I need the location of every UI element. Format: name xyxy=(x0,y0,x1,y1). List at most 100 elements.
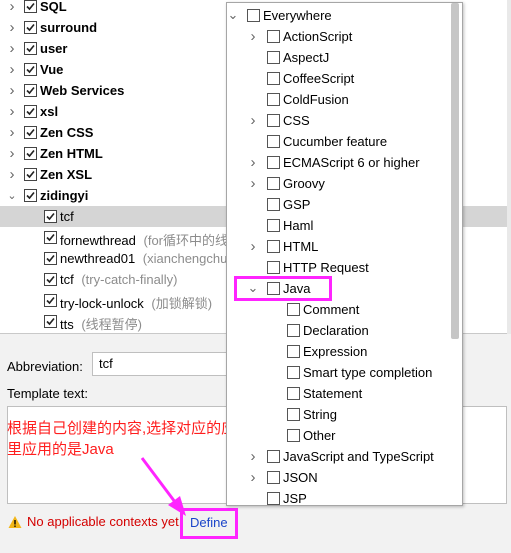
chevron-down-icon[interactable]: ⌄ xyxy=(6,189,18,202)
checkmark-icon xyxy=(26,65,35,74)
define-link[interactable]: Define xyxy=(190,515,228,530)
context-row[interactable]: Haml xyxy=(227,215,462,236)
context-checkbox[interactable] xyxy=(267,30,280,43)
context-checkbox[interactable] xyxy=(267,72,280,85)
context-scrollbar-thumb[interactable] xyxy=(451,3,459,339)
context-row[interactable]: › JavaScript and TypeScript xyxy=(227,446,462,467)
context-checkbox[interactable] xyxy=(267,261,280,274)
chevron-right-icon[interactable]: › xyxy=(247,154,259,171)
context-checkbox[interactable] xyxy=(287,324,300,337)
chevron-right-icon[interactable]: › xyxy=(6,82,18,99)
chevron-down-icon[interactable]: ⌄ xyxy=(227,7,239,22)
template-checkbox[interactable] xyxy=(44,294,57,307)
context-row-java-child[interactable]: Comment xyxy=(227,299,462,320)
chevron-right-icon[interactable]: › xyxy=(6,61,18,78)
chevron-right-icon[interactable]: › xyxy=(6,124,18,141)
context-row[interactable]: JSP xyxy=(227,488,462,505)
group-checkbox[interactable] xyxy=(24,147,37,160)
context-checkbox[interactable] xyxy=(267,177,280,190)
context-checkbox[interactable] xyxy=(267,51,280,64)
context-checkbox[interactable] xyxy=(267,492,280,505)
tree-scrollbar[interactable] xyxy=(507,0,511,334)
group-checkbox[interactable] xyxy=(24,63,37,76)
context-label: Cucumber feature xyxy=(283,134,388,149)
context-checkbox[interactable] xyxy=(267,450,280,463)
template-description: (for循环中的线 xyxy=(139,233,229,248)
context-checkbox[interactable] xyxy=(247,9,260,22)
template-abbreviation: tcf xyxy=(60,209,74,224)
context-row[interactable]: › ECMAScript 6 or higher xyxy=(227,152,462,173)
context-checkbox[interactable] xyxy=(267,471,280,484)
java-highlight-box xyxy=(234,276,332,301)
chevron-right-icon[interactable]: › xyxy=(6,0,18,15)
context-checkbox[interactable] xyxy=(267,198,280,211)
context-row[interactable]: CoffeeScript xyxy=(227,68,462,89)
context-row[interactable]: ColdFusion xyxy=(227,89,462,110)
checkmark-icon xyxy=(26,191,35,200)
chevron-right-icon[interactable]: › xyxy=(247,175,259,192)
context-checkbox[interactable] xyxy=(267,219,280,232)
chevron-right-icon[interactable]: › xyxy=(6,40,18,57)
group-checkbox[interactable] xyxy=(24,126,37,139)
context-row-java-child[interactable]: Smart type completion xyxy=(227,362,462,383)
context-checkbox[interactable] xyxy=(267,114,280,127)
group-label: Web Services xyxy=(40,83,125,98)
context-checkbox[interactable] xyxy=(287,366,300,379)
context-warning: No applicable contexts yet. xyxy=(8,514,182,529)
context-checkbox[interactable] xyxy=(267,240,280,253)
group-checkbox[interactable] xyxy=(24,0,37,13)
chevron-right-icon[interactable]: › xyxy=(247,112,259,129)
context-row[interactable]: › HTML xyxy=(227,236,462,257)
group-checkbox[interactable] xyxy=(24,105,37,118)
template-checkbox[interactable] xyxy=(44,231,57,244)
chevron-right-icon[interactable]: › xyxy=(6,103,18,120)
group-checkbox[interactable] xyxy=(24,168,37,181)
context-checkbox[interactable] xyxy=(267,156,280,169)
chevron-right-icon[interactable]: › xyxy=(247,28,259,45)
context-row[interactable]: › ActionScript xyxy=(227,26,462,47)
context-row-java-child[interactable]: Declaration xyxy=(227,320,462,341)
context-row-java-child[interactable]: Statement xyxy=(227,383,462,404)
context-row-everywhere[interactable]: ⌄ Everywhere xyxy=(227,5,462,26)
chevron-right-icon[interactable]: › xyxy=(247,469,259,486)
context-checkbox[interactable] xyxy=(287,303,300,316)
context-label: ColdFusion xyxy=(283,92,349,107)
abbreviation-input[interactable]: tcf xyxy=(92,352,242,376)
chevron-right-icon[interactable]: › xyxy=(6,19,18,36)
context-label: JSON xyxy=(283,470,318,485)
context-row[interactable]: › Groovy xyxy=(227,173,462,194)
template-checkbox[interactable] xyxy=(44,210,57,223)
context-checkbox[interactable] xyxy=(287,387,300,400)
context-label: Smart type completion xyxy=(303,365,433,380)
template-checkbox[interactable] xyxy=(44,252,57,265)
group-checkbox[interactable] xyxy=(24,42,37,55)
context-row-java-child[interactable]: Expression xyxy=(227,341,462,362)
context-row-java-child[interactable]: String xyxy=(227,404,462,425)
checkmark-icon xyxy=(26,86,35,95)
context-row[interactable]: AspectJ xyxy=(227,47,462,68)
context-checkbox[interactable] xyxy=(267,93,280,106)
context-row[interactable]: Cucumber feature xyxy=(227,131,462,152)
context-row[interactable]: GSP xyxy=(227,194,462,215)
context-row[interactable]: HTTP Request xyxy=(227,257,462,278)
context-checkbox[interactable] xyxy=(287,408,300,421)
checkmark-icon xyxy=(26,23,35,32)
group-checkbox[interactable] xyxy=(24,84,37,97)
context-label: HTTP Request xyxy=(283,260,369,275)
chevron-right-icon[interactable]: › xyxy=(6,145,18,162)
chevron-right-icon[interactable]: › xyxy=(247,238,259,255)
chevron-right-icon[interactable]: › xyxy=(6,166,18,183)
template-checkbox[interactable] xyxy=(44,273,57,286)
context-checkbox[interactable] xyxy=(287,345,300,358)
group-checkbox[interactable] xyxy=(24,21,37,34)
group-label: xsl xyxy=(40,104,59,119)
template-checkbox[interactable] xyxy=(44,315,57,328)
context-checkbox[interactable] xyxy=(267,135,280,148)
chevron-right-icon[interactable]: › xyxy=(247,448,259,465)
context-row-java-child[interactable]: Other xyxy=(227,425,462,446)
context-label: CoffeeScript xyxy=(283,71,355,86)
context-checkbox[interactable] xyxy=(287,429,300,442)
context-row[interactable]: › CSS xyxy=(227,110,462,131)
group-checkbox[interactable] xyxy=(24,189,37,202)
context-row[interactable]: › JSON xyxy=(227,467,462,488)
